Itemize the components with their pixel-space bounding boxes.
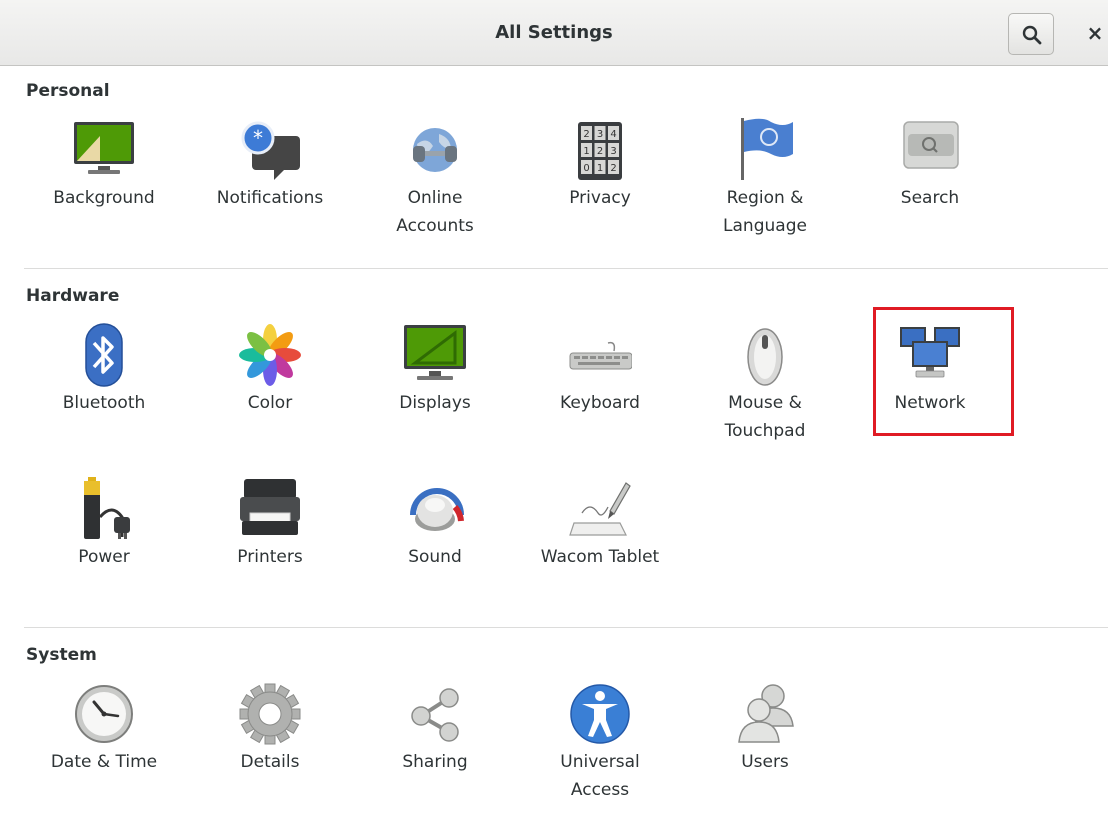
panel-label: Background (53, 188, 155, 208)
privacy-icon: 234 123 012 (578, 122, 622, 180)
panel-label: Universal Access (560, 752, 640, 800)
svg-text:2: 2 (583, 129, 589, 140)
sound-icon (410, 488, 464, 531)
search-button[interactable] (1008, 13, 1054, 55)
panel-label: Sound (408, 547, 462, 567)
region-language-icon (741, 118, 793, 180)
svg-text:4: 4 (610, 129, 616, 140)
panel-notifications[interactable]: * Notifications (190, 118, 350, 256)
search-panel-icon (903, 121, 959, 169)
panel-background[interactable]: Background (24, 118, 184, 256)
panel-label: Date & Time (50, 752, 158, 772)
panel-label: Keyboard (560, 393, 640, 413)
notifications-icon: * (241, 121, 300, 180)
window-title: All Settings (495, 22, 613, 43)
panel-label: Online Accounts (396, 188, 474, 236)
panel-bluetooth[interactable]: Bluetooth (24, 323, 184, 461)
bluetooth-icon (85, 323, 123, 387)
online-accounts-icon (413, 128, 457, 172)
svg-text:3: 3 (597, 129, 603, 140)
section-title-personal: Personal (26, 81, 110, 101)
background-icon (74, 122, 134, 174)
svg-text:0: 0 (583, 163, 589, 174)
keyboard-icon (569, 341, 632, 370)
section-divider (24, 268, 1108, 269)
panel-region-language[interactable]: Region & Language (685, 118, 845, 256)
panel-wacom-tablet[interactable]: Wacom Tablet (520, 477, 680, 615)
panel-mouse-touchpad[interactable]: Mouse & Touchpad (685, 323, 845, 461)
gear-icon (239, 683, 301, 745)
svg-text:1: 1 (597, 163, 603, 174)
panel-label: Users (741, 752, 789, 772)
panel-online-accounts[interactable]: Online Accounts (355, 118, 515, 256)
color-icon (239, 324, 301, 386)
printer-icon (240, 479, 300, 535)
highlight-box (873, 307, 1014, 436)
svg-text:*: * (253, 126, 263, 150)
panel-sound[interactable]: Sound (355, 477, 515, 615)
panel-label: Power (78, 547, 130, 567)
panel-label: Bluetooth (62, 393, 146, 413)
svg-text:2: 2 (597, 146, 603, 157)
panel-color[interactable]: Color (190, 323, 350, 461)
panel-label: Search (900, 188, 960, 208)
panel-label: Wacom Tablet (540, 547, 660, 567)
panel-keyboard[interactable]: Keyboard (520, 323, 680, 461)
mouse-icon (747, 328, 783, 386)
panel-power[interactable]: Power (24, 477, 184, 615)
clock-icon (75, 685, 133, 743)
power-icon (84, 477, 130, 539)
panel-details[interactable]: Details (190, 682, 350, 820)
accessibility-icon (570, 684, 630, 744)
svg-text:1: 1 (583, 146, 589, 157)
panel-users[interactable]: Users (685, 682, 845, 820)
panel-label: Displays (399, 393, 471, 413)
panel-sharing[interactable]: Sharing (355, 682, 515, 820)
panel-label: Printers (237, 547, 303, 567)
share-icon (411, 688, 459, 742)
panel-privacy[interactable]: 234 123 012 Privacy (520, 118, 680, 256)
displays-icon (404, 325, 466, 380)
panel-label: Mouse & Touchpad (724, 393, 806, 441)
section-title-hardware: Hardware (26, 286, 120, 306)
svg-text:3: 3 (610, 146, 616, 157)
panel-printers[interactable]: Printers (190, 477, 350, 615)
wacom-tablet-icon (569, 482, 631, 536)
panel-label: Details (240, 752, 300, 772)
search-icon (1022, 25, 1042, 45)
panel-date-time[interactable]: Date & Time (24, 682, 184, 820)
panel-search[interactable]: Search (850, 118, 1010, 256)
section-divider (24, 627, 1108, 628)
close-button[interactable]: × (1082, 18, 1108, 48)
panel-label: Color (247, 393, 293, 413)
panel-universal-access[interactable]: Universal Access (520, 682, 680, 820)
panel-label: Privacy (569, 188, 631, 208)
users-icon (738, 684, 794, 743)
svg-text:2: 2 (610, 163, 616, 174)
panel-displays[interactable]: Displays (355, 323, 515, 461)
panel-label: Sharing (402, 752, 468, 772)
section-title-system: System (26, 645, 97, 665)
header-bar: All Settings × (0, 0, 1108, 66)
panel-label: Region & Language (723, 188, 807, 236)
panel-label: Notifications (216, 188, 324, 208)
